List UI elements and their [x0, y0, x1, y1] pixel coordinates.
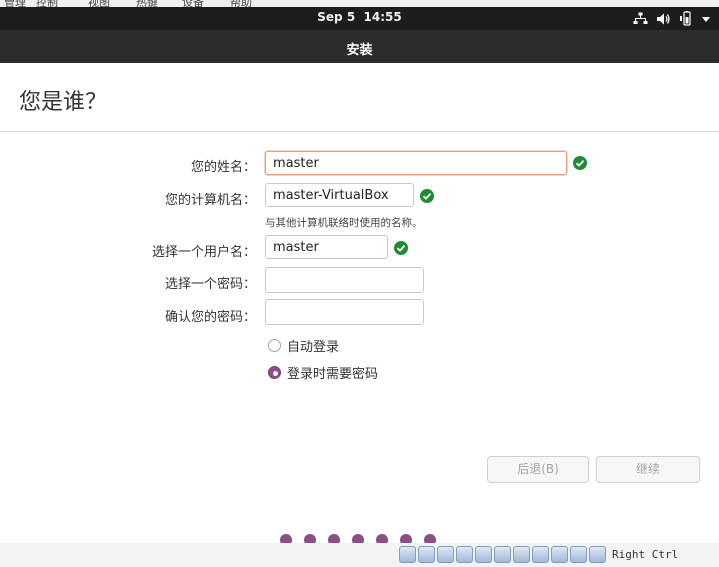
vm-status-icons	[399, 546, 606, 563]
hard-disk-icon[interactable]	[399, 546, 416, 563]
require-password-radio[interactable]	[268, 366, 281, 379]
require-password-label: 登录时需要密码	[287, 367, 379, 382]
system-menu-chevron-down-icon[interactable]	[701, 15, 711, 23]
keyboard-capture-icon[interactable]	[589, 546, 606, 563]
host-menu-item[interactable]: 视图	[88, 0, 110, 7]
installer-header-bar: 安装	[0, 30, 719, 63]
mouse-integration-icon[interactable]	[570, 546, 587, 563]
back-button[interactable]: 后退(B)	[487, 456, 589, 483]
audio-icon[interactable]	[437, 546, 454, 563]
computer-name-valid-check-icon	[420, 189, 434, 203]
computer-name-field[interactable]	[265, 183, 414, 207]
require-password-option[interactable]: 登录时需要密码	[268, 363, 378, 382]
name-field[interactable]	[265, 151, 567, 175]
username-valid-check-icon	[394, 241, 408, 255]
host-menu-item[interactable]: 管理	[4, 0, 26, 7]
auto-login-radio[interactable]	[268, 339, 281, 352]
auto-login-option[interactable]: 自动登录	[268, 336, 339, 355]
host-menu-item[interactable]: 热键	[136, 0, 158, 7]
network-icon[interactable]	[633, 12, 648, 26]
name-label: 您的姓名：	[190, 160, 256, 175]
volume-icon[interactable]	[656, 12, 671, 26]
display-icon[interactable]	[513, 546, 530, 563]
password-field[interactable]	[265, 267, 424, 293]
computer-name-hint: 与其他计算机联络时使用的名称。	[265, 217, 423, 229]
continue-button[interactable]: 继续	[596, 456, 700, 483]
system-top-bar: Sep 5 14:55	[0, 7, 719, 30]
confirm-password-field[interactable]	[265, 299, 424, 325]
password-label: 选择一个密码：	[164, 277, 256, 292]
confirm-password-label: 确认您的密码：	[164, 310, 256, 325]
video-capture-icon[interactable]	[532, 546, 549, 563]
computer-name-label: 您的计算机名：	[164, 193, 256, 208]
username-field[interactable]	[265, 235, 388, 259]
optical-drive-icon[interactable]	[418, 546, 435, 563]
virtualization-icon[interactable]	[551, 546, 568, 563]
name-valid-check-icon	[573, 156, 587, 170]
auto-login-label: 自动登录	[287, 340, 340, 355]
network-adapter-icon[interactable]	[456, 546, 473, 563]
shared-folders-icon[interactable]	[494, 546, 511, 563]
clock[interactable]: Sep 5 14:55	[0, 10, 719, 24]
clock-date: Sep 5	[317, 10, 356, 24]
host-key-label: Right Ctrl	[612, 548, 679, 561]
host-menu-item[interactable]: 控制	[36, 0, 58, 7]
usb-icon[interactable]	[475, 546, 492, 563]
system-tray[interactable]	[633, 10, 711, 27]
clock-time: 14:55	[363, 10, 402, 24]
page-title: 您是谁？	[19, 90, 108, 115]
host-menu-item[interactable]: 帮助	[230, 0, 252, 7]
username-label: 选择一个用户名：	[151, 245, 256, 260]
vm-status-bar: Right Ctrl	[0, 543, 719, 567]
header-divider	[0, 131, 719, 132]
window-title: 安装	[346, 43, 373, 58]
host-menu-bar: 管理 控制 视图 热键 设备 帮助	[0, 0, 719, 7]
host-menu-item[interactable]: 设备	[182, 0, 204, 7]
battery-icon[interactable]	[679, 11, 693, 26]
